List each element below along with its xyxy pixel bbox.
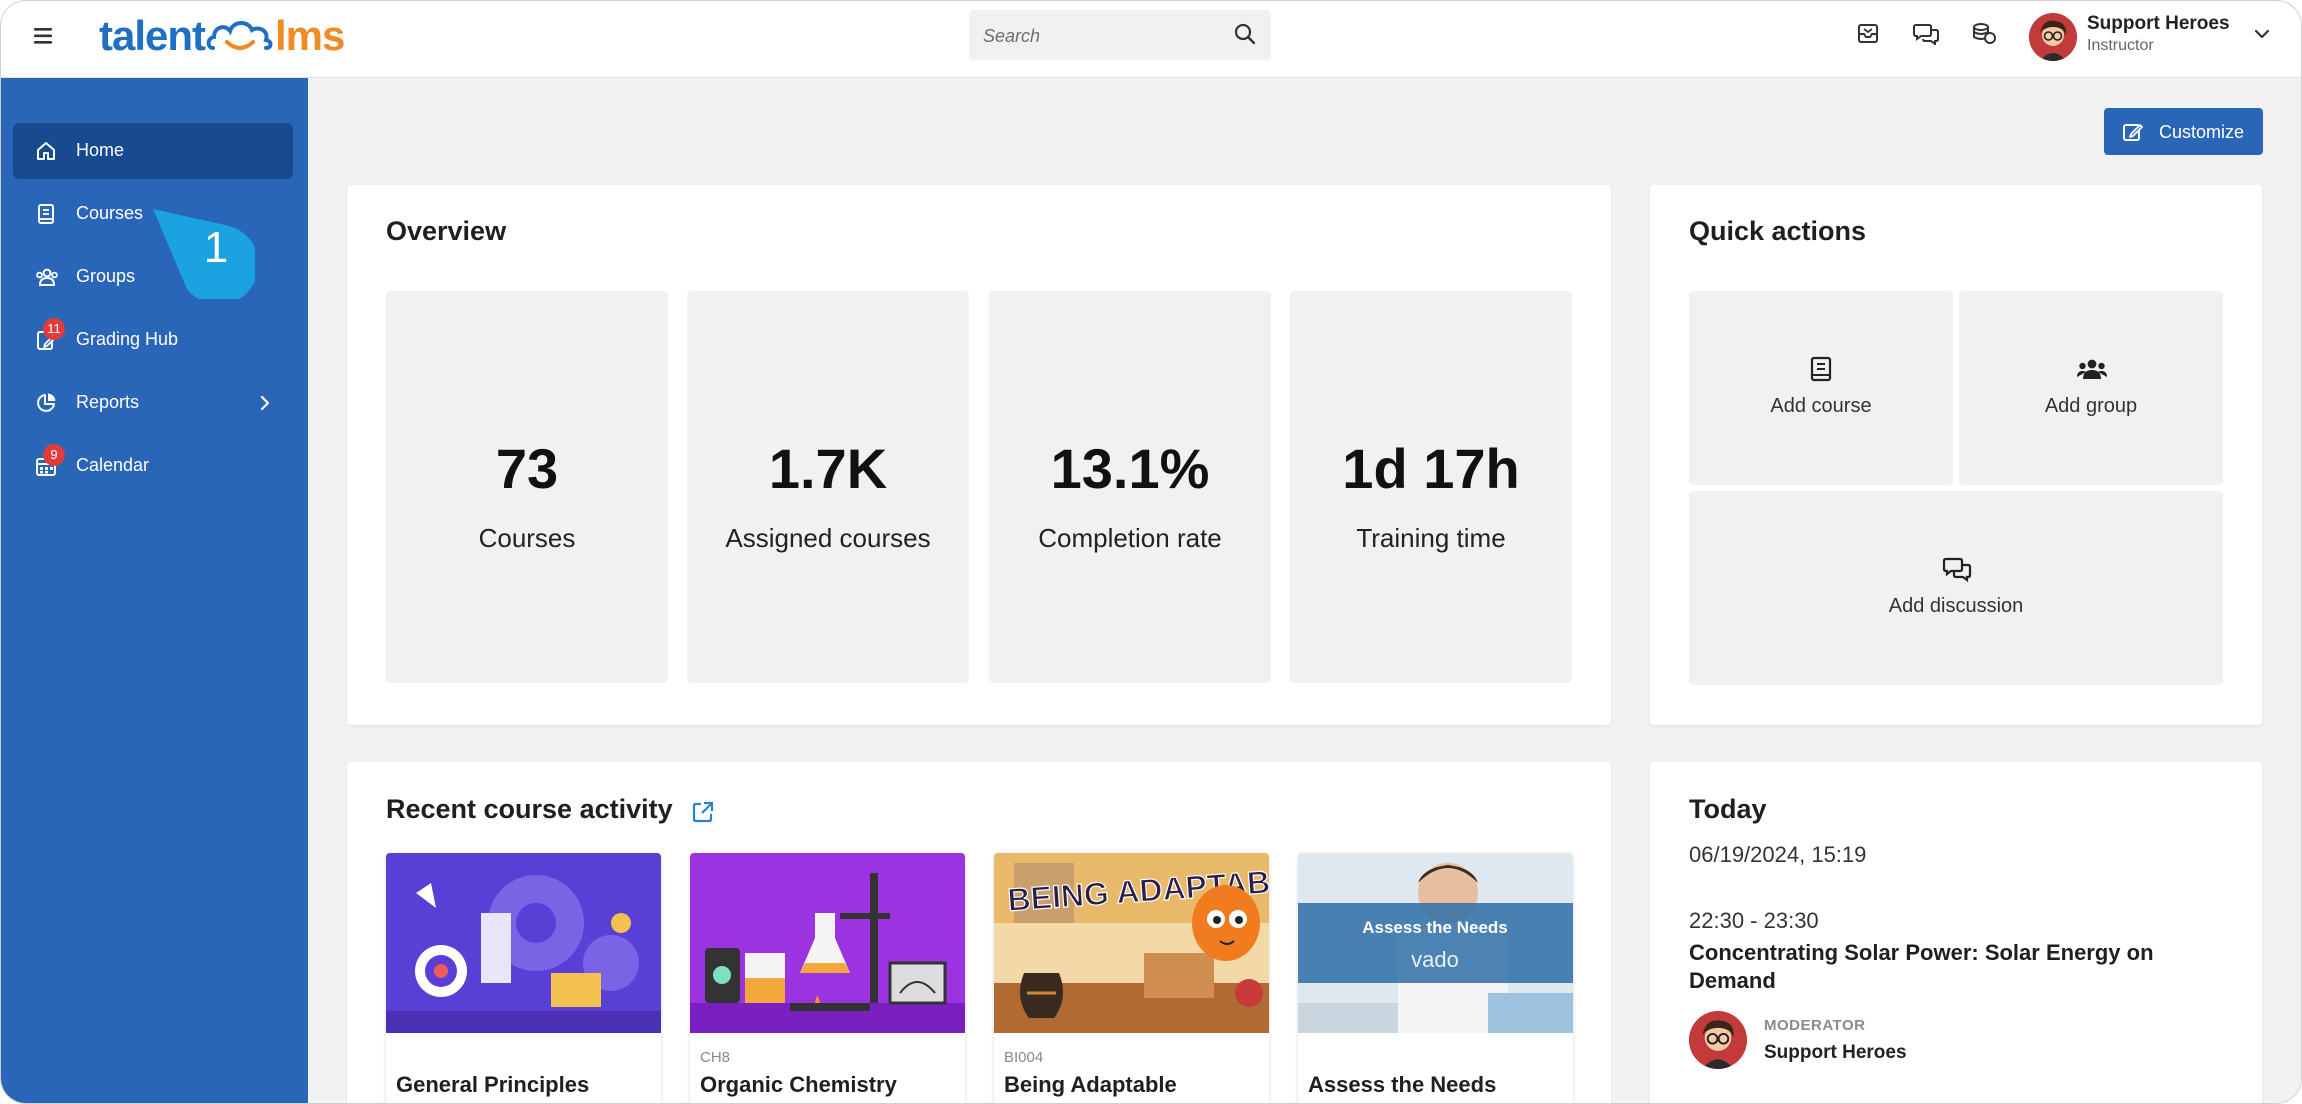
external-link-icon[interactable]: [691, 800, 715, 829]
moderator-label: MODERATOR: [1764, 1017, 1866, 1034]
recent-activity-title: Recent course activity: [386, 794, 673, 824]
user-name: Support Heroes: [2087, 13, 2230, 34]
top-bar: talent lms Support Heroes: [1, 1, 2301, 78]
quick-actions-card: Quick actions Add course Add group Add d…: [1650, 185, 2262, 725]
today-card: Today 06/19/2024, 15:19 22:30 - 23:30 Co…: [1650, 762, 2262, 1103]
talentlms-logo[interactable]: talent lms: [99, 11, 345, 61]
add-course-button[interactable]: Add course: [1689, 291, 1953, 485]
search-icon[interactable]: [1233, 22, 1257, 51]
avatar: [2029, 13, 2077, 61]
menu-icon[interactable]: [33, 25, 63, 53]
course-card-organic-chemistry[interactable]: CH8 Organic Chemistry: [690, 853, 965, 1103]
course-thumbnail-subtitle: vado: [1411, 947, 1459, 972]
course-thumbnail-title: Assess the Needs: [1362, 918, 1508, 937]
stat-completion-rate[interactable]: 13.1% Completion rate: [989, 291, 1271, 683]
chevron-down-icon[interactable]: [2253, 25, 2271, 48]
course-name: Assess the Needs: [1308, 1072, 1497, 1097]
overview-card: Overview 73 Courses 1.7K Assigned course…: [347, 185, 1611, 725]
grading-badge: 11: [43, 318, 65, 340]
discussion-icon: [1942, 555, 1972, 583]
user-role: Instructor: [2087, 37, 2154, 54]
stat-value: 73: [495, 437, 559, 500]
users-icon: [2077, 355, 2107, 383]
course-thumbnail: BEING ADAPTABLE: [994, 853, 1269, 1033]
quick-action-label: Add discussion: [1888, 595, 2024, 617]
step-callout-number: 1: [203, 223, 229, 272]
sidebar-item-reports[interactable]: Reports: [13, 375, 293, 431]
chevron-right-icon[interactable]: [257, 394, 273, 417]
sidebar-item-calendar[interactable]: 9 Calendar: [13, 438, 293, 494]
today-title: Today: [1689, 794, 1767, 824]
logo-text-right: lms: [275, 12, 345, 59]
add-discussion-button[interactable]: Add discussion: [1689, 491, 2223, 685]
stat-label: Courses: [478, 523, 576, 553]
book-icon: [35, 203, 57, 225]
stat-assigned-courses[interactable]: 1.7K Assigned courses: [687, 291, 969, 683]
customize-label: Customize: [2159, 122, 2245, 142]
pie-chart-icon: [35, 392, 57, 414]
sidebar-item-label: Calendar: [76, 455, 150, 475]
course-name: Organic Chemistry: [700, 1072, 897, 1097]
course-thumbnail: [386, 853, 661, 1033]
event-title[interactable]: Concentrating Solar Power: Solar Energy …: [1689, 939, 2189, 995]
course-thumbnail: Assess the Needs vado: [1298, 853, 1573, 1033]
search-box: [969, 10, 1271, 60]
inbox-icon[interactable]: [1856, 21, 1886, 51]
stat-label: Training time: [1356, 523, 1506, 553]
logo-text-left: talent: [99, 12, 206, 59]
course-card-being-adaptable[interactable]: BEING ADAPTABLE BI004 Being Adaptable: [994, 853, 1269, 1103]
customize-button[interactable]: Customize: [2104, 108, 2263, 155]
stat-courses[interactable]: 73 Courses: [386, 291, 668, 683]
sidebar-item-home[interactable]: Home: [13, 123, 293, 179]
moderator-name: Support Heroes: [1764, 1042, 1907, 1063]
coins-icon[interactable]: [1971, 21, 2001, 51]
course-card-assess-the-needs[interactable]: Assess the Needs vado Assess the Needs: [1298, 853, 1573, 1103]
sidebar-item-label: Courses: [76, 203, 144, 223]
course-name: Being Adaptable: [1004, 1072, 1177, 1097]
quick-action-label: Add course: [1770, 395, 1872, 417]
book-icon: [1807, 355, 1835, 383]
users-icon: [35, 266, 58, 288]
home-icon: [35, 140, 57, 162]
overview-title: Overview: [386, 216, 507, 246]
add-group-button[interactable]: Add group: [1959, 291, 2223, 485]
stat-value: 1d 17h: [1342, 437, 1520, 500]
stat-value: 13.1%: [1050, 437, 1210, 500]
calendar-badge: 9: [43, 444, 65, 466]
sidebar-item-label: Home: [76, 140, 125, 160]
quick-action-label: Add group: [2044, 395, 2138, 417]
course-thumbnail: [690, 853, 965, 1033]
event-time: 22:30 - 23:30: [1689, 908, 1819, 933]
search-input[interactable]: [981, 20, 1215, 52]
moderator-avatar: [1689, 1011, 1747, 1069]
sidebar-item-grading-hub[interactable]: 11 Grading Hub: [13, 312, 293, 368]
logo-cloud-icon: [206, 21, 273, 50]
messages-icon[interactable]: [1913, 21, 1943, 51]
stat-label: Assigned courses: [725, 523, 931, 553]
course-name: General Principles: [396, 1072, 590, 1097]
sidebar-item-label: Reports: [76, 392, 140, 412]
course-code: BI004: [1004, 1049, 1044, 1066]
stat-training-time[interactable]: 1d 17h Training time: [1290, 291, 1572, 683]
today-datetime: 06/19/2024, 15:19: [1689, 842, 1867, 867]
quick-actions-title: Quick actions: [1689, 216, 1867, 246]
course-code: CH8: [700, 1049, 731, 1066]
sidebar-item-label: Grading Hub: [76, 329, 179, 349]
edit-icon: [2122, 121, 2144, 148]
app-window: talent lms Support Heroes: [0, 0, 2302, 1104]
stat-label: Completion rate: [1038, 523, 1222, 553]
sidebar-item-label: Groups: [76, 266, 136, 286]
stat-value: 1.7K: [768, 437, 888, 500]
user-menu[interactable]: Support Heroes Instructor: [2029, 11, 2289, 67]
course-card-general-principles[interactable]: General Principles: [386, 853, 661, 1103]
